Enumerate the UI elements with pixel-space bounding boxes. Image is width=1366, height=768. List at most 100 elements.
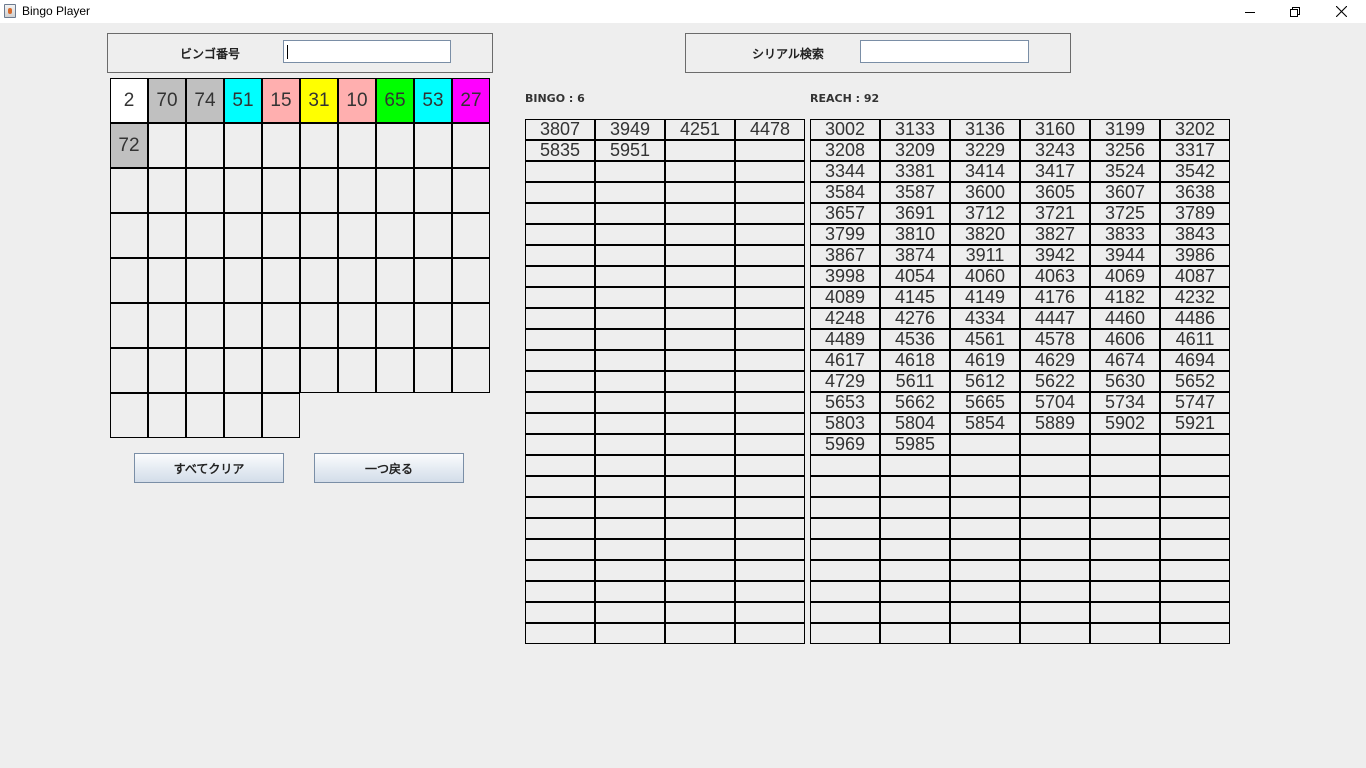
bingo-serial-cell bbox=[665, 161, 735, 182]
bingo-serial-cell bbox=[735, 203, 805, 224]
bingo-number-cell bbox=[110, 213, 148, 258]
bingo-serial-cell bbox=[735, 476, 805, 497]
reach-serial-cell: 3721 bbox=[1020, 203, 1090, 224]
bingo-serial-cell bbox=[525, 560, 595, 581]
bingo-serial-cell bbox=[525, 392, 595, 413]
reach-serial-cell: 5747 bbox=[1160, 392, 1230, 413]
bingo-number-cell bbox=[300, 258, 338, 303]
bingo-serial-cell bbox=[525, 539, 595, 560]
reach-serial-cell bbox=[950, 581, 1020, 602]
bingo-serial-cell bbox=[735, 245, 805, 266]
bingo-serial-cell bbox=[595, 266, 665, 287]
bingo-serial-cell bbox=[595, 602, 665, 623]
reach-serial-cell: 5630 bbox=[1090, 371, 1160, 392]
bingo-number-cell bbox=[224, 168, 262, 213]
bingo-number-cell bbox=[376, 213, 414, 258]
bingo-serial-cell bbox=[525, 455, 595, 476]
reach-serial-cell bbox=[810, 476, 880, 497]
bingo-number-cell bbox=[338, 213, 376, 258]
bingo-number-cell bbox=[186, 123, 224, 168]
bingo-number-cell: 15 bbox=[262, 78, 300, 123]
bingo-number-cell bbox=[224, 348, 262, 393]
bingo-serial-cell bbox=[735, 371, 805, 392]
bingo-serial-cell bbox=[525, 371, 595, 392]
bingo-serial-cell bbox=[595, 413, 665, 434]
reach-serial-cell: 5985 bbox=[880, 434, 950, 455]
bingo-number-cell bbox=[452, 168, 490, 213]
reach-serial-cell: 3799 bbox=[810, 224, 880, 245]
reach-serial-cell bbox=[810, 623, 880, 644]
bingo-number-cell bbox=[110, 303, 148, 348]
close-button[interactable] bbox=[1318, 0, 1364, 23]
bingo-serial-cell bbox=[735, 581, 805, 602]
reach-serial-cell bbox=[880, 560, 950, 581]
bingo-number-cell bbox=[452, 213, 490, 258]
restore-icon bbox=[1290, 6, 1300, 17]
bingo-serial-cell bbox=[735, 623, 805, 644]
reach-serial-cell: 4729 bbox=[810, 371, 880, 392]
bingo-number-cell: 10 bbox=[338, 78, 376, 123]
clear-all-button[interactable]: すべてクリア bbox=[134, 453, 284, 483]
restore-button[interactable] bbox=[1272, 0, 1318, 23]
window-title: Bingo Player bbox=[22, 4, 91, 18]
bingo-serial-cell bbox=[665, 224, 735, 245]
reach-serial-cell: 4618 bbox=[880, 350, 950, 371]
reach-count: REACH : 92 bbox=[810, 92, 880, 105]
bingo-number-cell bbox=[262, 213, 300, 258]
reach-serial-cell: 4069 bbox=[1090, 266, 1160, 287]
bingo-serial-cell bbox=[665, 455, 735, 476]
reach-serial-cell: 3202 bbox=[1160, 119, 1230, 140]
reach-serial-cell: 3587 bbox=[880, 182, 950, 203]
reach-serial-cell: 3542 bbox=[1160, 161, 1230, 182]
reach-serial-cell bbox=[1020, 581, 1090, 602]
bingo-serial-cell bbox=[595, 497, 665, 518]
bingo-number-cell bbox=[414, 123, 452, 168]
reach-serial-cell: 3584 bbox=[810, 182, 880, 203]
bingo-serial-cell bbox=[735, 161, 805, 182]
bingo-number-cell bbox=[300, 168, 338, 213]
bingo-number-cell bbox=[148, 213, 186, 258]
bingo-serial-cell bbox=[735, 392, 805, 413]
bingo-serial-cell bbox=[735, 455, 805, 476]
bingo-serial-cell bbox=[665, 245, 735, 266]
reach-serial-cell bbox=[880, 623, 950, 644]
bingo-number-input[interactable] bbox=[283, 40, 451, 63]
reach-serial-cell bbox=[950, 455, 1020, 476]
reach-serial-cell: 5803 bbox=[810, 413, 880, 434]
bingo-number-cell: 2 bbox=[110, 78, 148, 123]
bingo-serial-cell bbox=[735, 287, 805, 308]
bingo-serial-cell bbox=[595, 350, 665, 371]
bingo-number-cell bbox=[338, 168, 376, 213]
minimize-button[interactable] bbox=[1227, 0, 1273, 23]
reach-serial-cell: 3229 bbox=[950, 140, 1020, 161]
reach-serial-cell bbox=[1020, 518, 1090, 539]
serial-search-input[interactable] bbox=[860, 40, 1029, 63]
reach-serial-cell: 3256 bbox=[1090, 140, 1160, 161]
reach-serial-cell: 3199 bbox=[1090, 119, 1160, 140]
reach-serial-cell bbox=[810, 602, 880, 623]
reach-serial-cell: 3833 bbox=[1090, 224, 1160, 245]
reach-serial-cell bbox=[1020, 623, 1090, 644]
bingo-number-cell bbox=[452, 303, 490, 348]
reach-serial-cell: 3911 bbox=[950, 245, 1020, 266]
bingo-serial-cell bbox=[735, 308, 805, 329]
bingo-serial-cell bbox=[595, 476, 665, 497]
reach-serial-cell: 3133 bbox=[880, 119, 950, 140]
bingo-serial-cell: 3807 bbox=[525, 119, 595, 140]
reach-serial-cell bbox=[1020, 455, 1090, 476]
reach-serial-cell bbox=[1020, 476, 1090, 497]
reach-serial-cell: 4674 bbox=[1090, 350, 1160, 371]
bingo-serial-cell bbox=[665, 371, 735, 392]
reach-serial-cell bbox=[950, 602, 1020, 623]
reach-serial-cell: 4694 bbox=[1160, 350, 1230, 371]
reach-serial-cell: 4617 bbox=[810, 350, 880, 371]
undo-one-button[interactable]: 一つ戻る bbox=[314, 453, 464, 483]
reach-serial-cell: 4606 bbox=[1090, 329, 1160, 350]
reach-serial-cell bbox=[1020, 539, 1090, 560]
bingo-number-cell bbox=[186, 258, 224, 303]
reach-serial-cell: 4087 bbox=[1160, 266, 1230, 287]
reach-serial-cell bbox=[880, 539, 950, 560]
bingo-number-cell bbox=[414, 303, 452, 348]
bingo-number-cell: 74 bbox=[186, 78, 224, 123]
bingo-serial-cell bbox=[665, 203, 735, 224]
